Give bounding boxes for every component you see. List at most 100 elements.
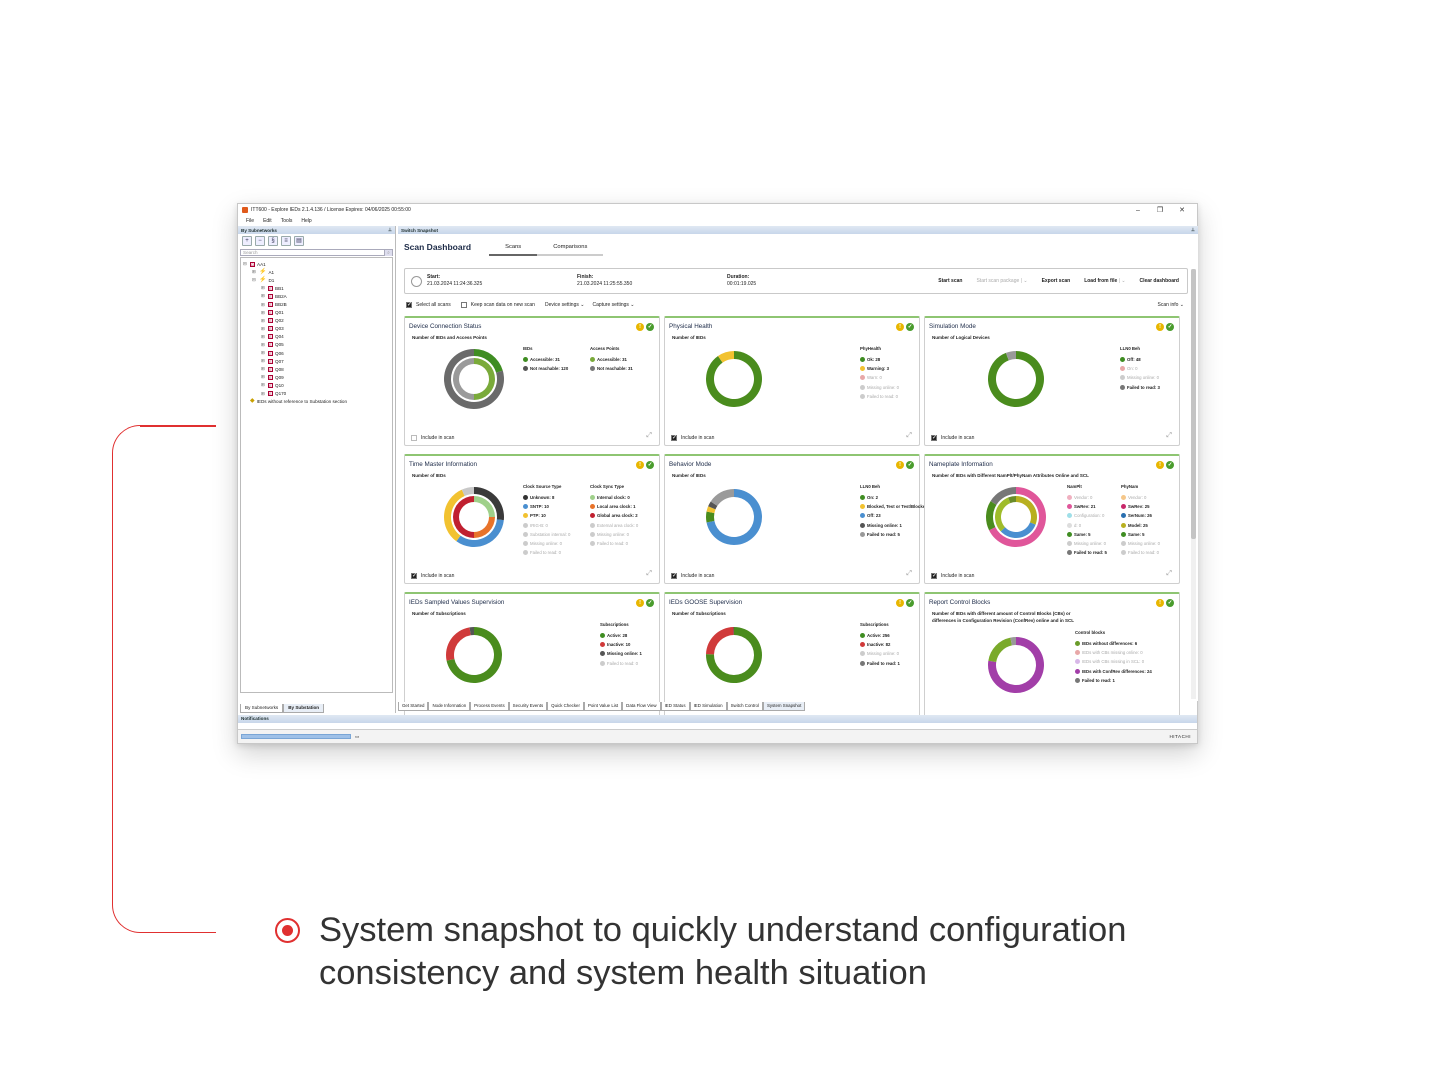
expander-icon[interactable]: ⊞: [252, 269, 257, 275]
tab-ied-simulation[interactable]: IED Simulation: [689, 702, 727, 711]
tree-node[interactable]: ⊟ ⚡ D1: [243, 276, 390, 284]
tab-ied-status[interactable]: IED Status: [660, 702, 690, 711]
expander-icon[interactable]: ⊞: [261, 391, 266, 397]
tab-point-value-list[interactable]: Point Value List: [583, 702, 623, 711]
tree-node[interactable]: ⊞ E Q03: [243, 325, 390, 333]
select-all-checkbox[interactable]: ✓: [406, 301, 412, 308]
ok-check-icon[interactable]: ✓: [906, 461, 914, 469]
ok-check-icon[interactable]: ✓: [646, 323, 654, 331]
ok-check-icon[interactable]: ✓: [906, 323, 914, 331]
tree-search-input[interactable]: Search ⌕: [240, 249, 393, 256]
tab-system-snapshot[interactable]: System Snapshot: [762, 702, 806, 711]
tree-node[interactable]: ⊟ ⊡ AA1: [243, 260, 390, 268]
tree-node[interactable]: ⊞ E Q01: [243, 309, 390, 317]
expander-icon[interactable]: ⊞: [261, 326, 266, 332]
settings-icon[interactable]: ▤: [294, 236, 304, 246]
expander-icon[interactable]: ⊟: [252, 277, 257, 283]
warning-icon[interactable]: !: [1156, 323, 1164, 331]
tab-comparisons[interactable]: Comparisons: [537, 244, 604, 256]
pin-icon[interactable]: ⊥: [388, 227, 392, 233]
tree-node[interactable]: ⊞ E Q07: [243, 357, 390, 365]
expand-icon[interactable]: ⤢: [646, 432, 652, 440]
tab-quick-checker[interactable]: Quick Checker: [547, 702, 584, 711]
pin-icon[interactable]: ⊥: [1191, 227, 1195, 233]
tree-node[interactable]: ⊞ E Q170: [243, 390, 390, 398]
warning-icon[interactable]: !: [636, 323, 644, 331]
minimize-button[interactable]: –: [1127, 207, 1149, 214]
clear-dashboard-button[interactable]: Clear dashboard: [1140, 278, 1179, 284]
expand-icon[interactable]: ⤢: [646, 570, 652, 578]
expander-icon[interactable]: ⊞: [261, 350, 266, 356]
collapse-all-icon[interactable]: −: [255, 236, 265, 246]
list-view-icon[interactable]: ≡: [281, 236, 291, 246]
expander-icon[interactable]: ⊞: [261, 285, 266, 291]
expander-icon[interactable]: ⊞: [261, 342, 266, 348]
include-in-scan-checkbox[interactable]: [411, 435, 417, 441]
dashboard-scrollbar[interactable]: [1191, 269, 1196, 699]
warning-icon[interactable]: !: [896, 323, 904, 331]
scan-info-toggle[interactable]: Scan info ⌄: [1158, 302, 1184, 308]
include-in-scan-checkbox[interactable]: ✓: [931, 435, 937, 441]
expand-icon[interactable]: ⤢: [1166, 432, 1172, 440]
export-scan-button[interactable]: Export scan: [1042, 278, 1071, 284]
warning-icon[interactable]: !: [896, 461, 904, 469]
ok-check-icon[interactable]: ✓: [646, 599, 654, 607]
start-scan-package-button[interactable]: Start scan package | ⌄: [976, 278, 1027, 284]
include-in-scan[interactable]: ✓ Include in scan: [671, 573, 714, 579]
expander-icon[interactable]: ⊞: [261, 374, 266, 380]
expand-icon[interactable]: ⤢: [906, 432, 912, 440]
tab-node-information[interactable]: Node Information: [428, 702, 471, 711]
tab-switch-control[interactable]: Switch Control: [726, 702, 763, 711]
warning-icon[interactable]: !: [636, 599, 644, 607]
expander-icon[interactable]: ⊞: [261, 293, 266, 299]
tree-node[interactable]: ⊞ E BB1: [243, 284, 390, 292]
menu-file[interactable]: File: [246, 218, 254, 224]
tree-node[interactable]: ⊞ E BB2B: [243, 300, 390, 308]
tree-node[interactable]: ⊞ E Q02: [243, 317, 390, 325]
keep-scan-data-checkbox[interactable]: [460, 301, 467, 308]
scrollbar-thumb[interactable]: [1191, 269, 1196, 539]
expander-icon[interactable]: ⊞: [261, 318, 266, 324]
warning-icon[interactable]: !: [1156, 599, 1164, 607]
search-icon[interactable]: ⌕: [384, 249, 392, 256]
tab-process-events[interactable]: Process Events: [470, 702, 509, 711]
ok-check-icon[interactable]: ✓: [906, 599, 914, 607]
ok-check-icon[interactable]: ✓: [1166, 599, 1174, 607]
tree-node[interactable]: ⊞ E Q09: [243, 373, 390, 381]
menu-help[interactable]: Help: [301, 218, 311, 224]
tab-get-started[interactable]: Get Started: [398, 702, 429, 711]
tree-node[interactable]: ⊞ E BB2A: [243, 292, 390, 300]
tree-node[interactable]: ◆ IEDs without reference to Substation se…: [243, 398, 390, 406]
close-button[interactable]: ✕: [1171, 206, 1193, 214]
include-in-scan[interactable]: ✓ Include in scan: [411, 573, 454, 579]
include-in-scan-checkbox[interactable]: ✓: [671, 573, 677, 579]
include-in-scan-checkbox[interactable]: ✓: [671, 435, 677, 441]
warning-icon[interactable]: !: [1156, 461, 1164, 469]
include-in-scan-checkbox[interactable]: ✓: [411, 573, 417, 579]
tree-node[interactable]: ⊞ E Q05: [243, 341, 390, 349]
tab-data-flow-view[interactable]: Data Flow View: [622, 702, 661, 711]
tab-by-subnetworks[interactable]: By Subnetworks: [240, 704, 284, 713]
expander-icon[interactable]: ⊞: [261, 310, 266, 316]
tree-node[interactable]: ⊞ ⚡ A1: [243, 268, 390, 276]
ok-check-icon[interactable]: ✓: [646, 461, 654, 469]
restore-button[interactable]: ❐: [1149, 206, 1171, 214]
expand-all-icon[interactable]: +: [242, 236, 252, 246]
menu-edit[interactable]: Edit: [263, 218, 272, 224]
tree-node[interactable]: ⊞ E Q10: [243, 381, 390, 389]
include-in-scan[interactable]: ✓ Include in scan: [671, 435, 714, 441]
expand-icon[interactable]: ⤢: [1166, 570, 1172, 578]
warning-icon[interactable]: !: [896, 599, 904, 607]
tab-scans[interactable]: Scans: [489, 244, 538, 256]
include-in-scan[interactable]: ✓ Include in scan: [931, 435, 974, 441]
tree-node[interactable]: ⊞ E Q04: [243, 333, 390, 341]
expander-icon[interactable]: ⊞: [261, 302, 266, 308]
tab-security-events[interactable]: Security Events: [508, 702, 548, 711]
menu-tools[interactable]: Tools: [281, 218, 293, 224]
expander-icon[interactable]: ⊟: [243, 261, 248, 267]
capture-settings-dropdown[interactable]: Capture settings ⌄: [592, 302, 634, 308]
tree-node[interactable]: ⊞ E Q08: [243, 365, 390, 373]
expander-icon[interactable]: ⊞: [261, 366, 266, 372]
include-in-scan-checkbox[interactable]: ✓: [931, 573, 937, 579]
expander-icon[interactable]: ⊞: [261, 334, 266, 340]
